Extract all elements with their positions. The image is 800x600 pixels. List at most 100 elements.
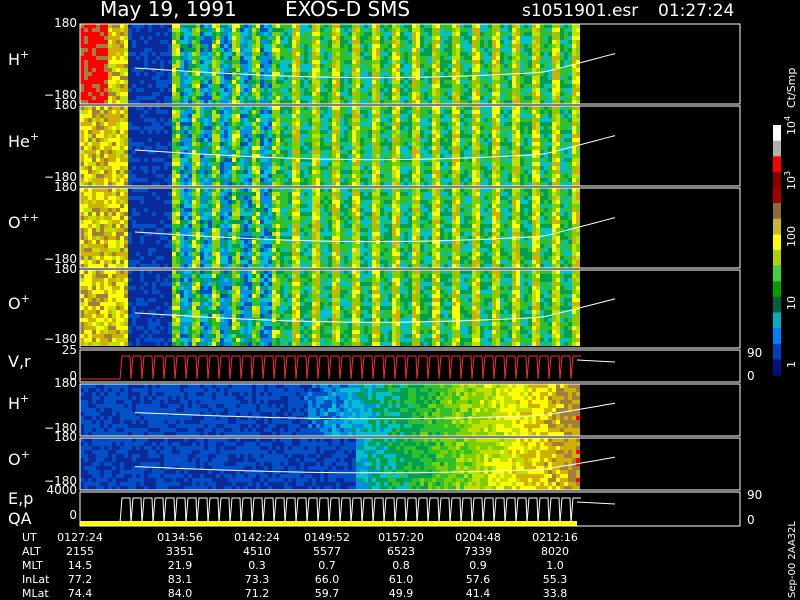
heatmap-cell [240,44,244,48]
heatmap-cell [196,52,200,56]
heatmap-cell [216,84,220,88]
heatmap-cell [204,76,208,80]
heatmap-cell [396,114,400,118]
heatmap-cell [196,84,200,88]
heatmap-cell [256,32,260,36]
heatmap-cell [188,76,192,80]
heatmap-cell [120,182,124,186]
heatmap-cell [184,76,188,80]
heatmap-cell [496,88,500,92]
heatmap-cell [324,106,328,110]
heatmap-cell [380,92,384,96]
heatmap-cell [424,114,428,118]
heatmap-cell [280,92,284,96]
heatmap-cell [484,114,488,118]
heatmap-cell [152,174,156,178]
heatmap-cell [168,24,172,28]
heatmap-cell [176,166,180,170]
heatmap-cell [88,150,92,154]
heatmap-cell [364,110,368,114]
heatmap-cell [288,162,292,166]
heatmap-cell [528,150,532,154]
heatmap-cell [268,166,272,170]
heatmap-cell [272,158,276,162]
heatmap-cell [368,64,372,68]
heatmap-cell [180,110,184,114]
heatmap-cell [332,178,336,182]
heatmap-cell [248,56,252,60]
heatmap-cell [412,174,416,178]
heatmap-cell [488,68,492,72]
heatmap-cell [492,52,496,56]
heatmap-cell [244,134,248,138]
heatmap-cell [360,170,364,174]
heatmap-cell [124,64,128,68]
heatmap-cell [372,92,376,96]
heatmap-cell [408,150,412,154]
heatmap-cell [436,80,440,84]
heatmap-cell [316,100,320,104]
heatmap-cell [440,146,444,150]
heatmap-cell [184,162,188,166]
heatmap-cell [100,80,104,84]
heatmap-cell [564,40,568,44]
heatmap-cell [488,166,492,170]
heatmap-cell [152,130,156,134]
heatmap-cell [136,110,140,114]
heatmap-cell [448,96,452,100]
heatmap-cell [420,48,424,52]
heatmap-cell [508,170,512,174]
heatmap-cell [468,122,472,126]
heatmap-cell [572,32,576,36]
heatmap-cell [292,44,296,48]
heatmap-cell [84,80,88,84]
heatmap-cell [204,170,208,174]
heatmap-cell [80,36,84,40]
heatmap-cell [400,52,404,56]
heatmap-cell [456,96,460,100]
heatmap-cell [536,44,540,48]
heatmap-cell [280,44,284,48]
heatmap-cell [232,138,236,142]
heatmap-cell [488,134,492,138]
heatmap-cell [408,158,412,162]
heatmap-cell [560,114,564,118]
heatmap-cell [428,44,432,48]
heatmap-cell [360,84,364,88]
heatmap-cell [568,76,572,80]
heatmap-cell [336,52,340,56]
heatmap-cell [232,84,236,88]
heatmap-cell [304,72,308,76]
heatmap-cell [392,36,396,40]
heatmap-cell [140,60,144,64]
heatmap-cell [232,110,236,114]
heatmap-cell [244,96,248,100]
heatmap-cell [160,106,164,110]
heatmap-cell [524,64,528,68]
heatmap-cell [284,126,288,130]
heatmap-cell [532,114,536,118]
heatmap-cell [524,138,528,142]
heatmap-cell [204,48,208,52]
heatmap-cell [84,170,88,174]
heatmap-cell [152,52,156,56]
heatmap-cell [240,92,244,96]
heatmap-cell [124,174,128,178]
heatmap-cell [424,36,428,40]
heatmap-cell [296,56,300,60]
heatmap-cell [392,146,396,150]
heatmap-cell [468,118,472,122]
heatmap-cell [388,28,392,32]
heatmap-cell [512,138,516,142]
heatmap-cell [284,158,288,162]
heatmap-cell [448,48,452,52]
heatmap-cell [356,146,360,150]
heatmap-cell [464,76,468,80]
heatmap-cell [80,76,84,80]
heatmap-cell [512,178,516,182]
heatmap-cell [540,56,544,60]
heatmap-cell [360,80,364,84]
heatmap-cell [536,84,540,88]
heatmap-cell [284,138,288,142]
heatmap-cell [148,146,152,150]
